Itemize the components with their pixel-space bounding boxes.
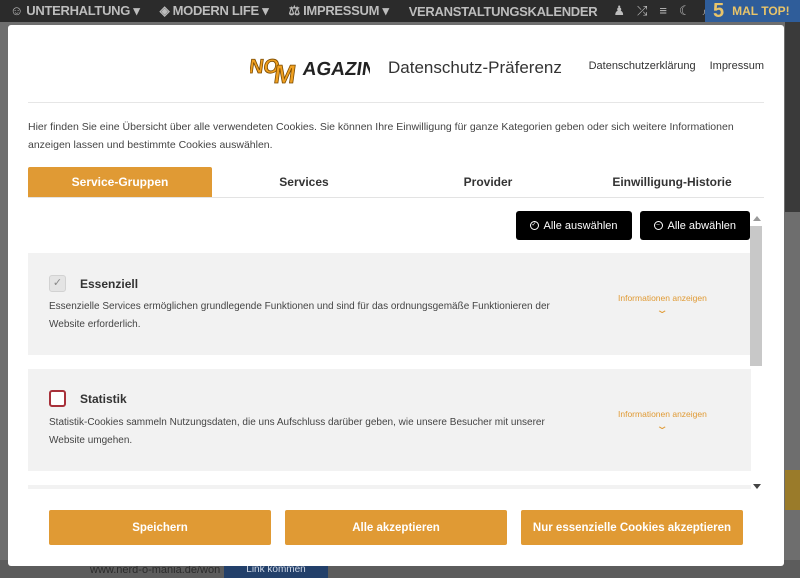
privacy-preferences-modal: NO M AGAZIN Datenschutz-Präferenz Datens…: [8, 25, 784, 566]
svg-text:AGAZIN: AGAZIN: [301, 59, 370, 80]
bg-footer-button: Link kommen: [224, 564, 328, 578]
essenziell-checkbox[interactable]: ✓: [49, 275, 66, 292]
intro-text: Hier finden Sie eine Übersicht über alle…: [28, 121, 734, 151]
privacy-policy-link[interactable]: Datenschutzerklärung: [589, 60, 696, 72]
service-groups-list: ✓ Essenziell Essenzielle Services ermögl…: [28, 253, 764, 489]
check-circle-icon: ✓: [529, 221, 539, 230]
tab-provider[interactable]: Provider: [396, 167, 580, 197]
group-next-partial: [28, 485, 751, 489]
shuffle-icon: ⤮: [637, 3, 648, 18]
select-all-label: Alle auswählen: [543, 219, 618, 232]
bg-right-strip: [785, 22, 800, 212]
imprint-link[interactable]: Impressum: [710, 60, 764, 72]
deselect-all-button[interactable]: – Alle abwählen: [639, 211, 750, 240]
minus-circle-icon: –: [653, 221, 663, 230]
group-description: Essenzielle Services ermöglichen grundle…: [49, 301, 550, 330]
moon-icon: ☾: [679, 3, 691, 18]
header-links: Datenschutzerklärung Impressum: [589, 60, 764, 72]
show-info-link[interactable]: Informationen anzeigen: [618, 293, 707, 303]
tab-services[interactable]: Services: [212, 167, 396, 197]
chevron-down-icon[interactable]: ⌄: [655, 305, 668, 316]
show-info-link[interactable]: Informationen anzeigen: [618, 409, 707, 419]
list-scrollbar[interactable]: [750, 215, 764, 489]
nomagazin-logo: NO M AGAZIN: [250, 56, 370, 90]
save-button[interactable]: Speichern: [49, 510, 271, 545]
modal-header: NO M AGAZIN Datenschutz-Präferenz Datens…: [28, 45, 764, 103]
selection-buttons: ✓ Alle auswählen – Alle abwählen: [515, 211, 750, 240]
bg-nav-impressum: ⚖ IMPRESSUM ▾: [288, 3, 389, 18]
bg-promo-banner: 5 MAL TOP!: [705, 0, 800, 22]
menu-icon: ≡: [659, 3, 667, 18]
tab-service-groups[interactable]: Service-Gruppen: [28, 167, 212, 197]
group-statistik: Statistik Statistik-Cookies sammeln Nutz…: [28, 369, 751, 471]
group-name: Essenziell: [80, 277, 139, 291]
tab-bar: Service-Gruppen Services Provider Einwil…: [28, 167, 764, 198]
bg-nav-modern-life: ◈ MODERN LIFE ▾: [159, 3, 269, 18]
bg-promo-text: MAL TOP!: [732, 4, 790, 18]
accept-all-button[interactable]: Alle akzeptieren: [285, 510, 507, 545]
svg-text:M: M: [272, 59, 298, 89]
user-icon: ♟: [613, 3, 625, 18]
statistik-checkbox[interactable]: [49, 390, 66, 407]
group-description: Statistik-Cookies sammeln Nutzungsdaten,…: [49, 417, 545, 446]
select-all-button[interactable]: ✓ Alle auswählen: [515, 211, 632, 240]
background-navbar: ☺ UNTERHALTUNG ▾ ◈ MODERN LIFE ▾ ⚖ IMPRE…: [0, 0, 800, 22]
scroll-down-icon[interactable]: [753, 484, 761, 489]
tab-consent-history[interactable]: Einwilligung-Historie: [580, 167, 764, 197]
deselect-all-label: Alle abwählen: [667, 219, 737, 232]
bg-nav-unterhaltung: ☺ UNTERHALTUNG ▾: [10, 3, 140, 18]
footer-buttons: Speichern Alle akzeptieren Nur essenziel…: [49, 510, 743, 545]
bg-promo-number: 5: [713, 0, 725, 22]
bg-nav-veranstaltungskalender: VERANSTALTUNGSKALENDER: [408, 3, 598, 19]
chevron-down-icon[interactable]: ⌄: [655, 421, 668, 432]
group-essenziell: ✓ Essenziell Essenzielle Services ermögl…: [28, 253, 751, 355]
scrollbar-thumb[interactable]: [750, 226, 762, 366]
modal-title: Datenschutz-Präferenz: [388, 58, 562, 77]
bg-right-strip-2: [785, 470, 800, 510]
scroll-up-icon[interactable]: [753, 216, 761, 221]
group-name: Statistik: [80, 392, 127, 406]
bg-nav-icons: ♟ ⤮ ≡ ☾ ⌕: [613, 3, 710, 19]
accept-essential-button[interactable]: Nur essenzielle Cookies akzeptieren: [521, 510, 743, 545]
